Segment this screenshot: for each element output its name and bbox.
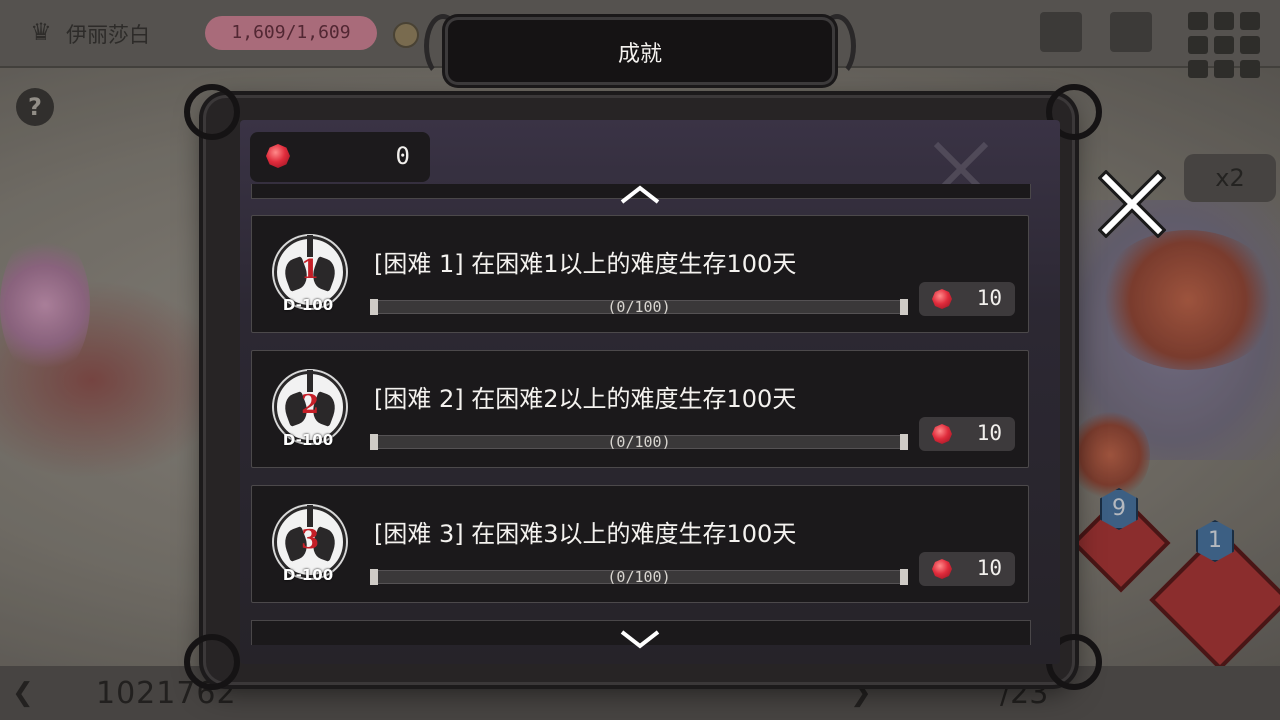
badge-number: 2 [301,390,320,420]
achievement-title: [困难 2] 在困难2以上的难度生存100天 [374,385,797,413]
frame-ornament-bl [184,634,240,690]
badge-tag: D-100 [282,566,334,584]
modal-title: 成就 [617,42,662,67]
achievement-row[interactable]: 3 D-100 [困难 3] 在困难3以上的难度生存100天 (0/100) 10 [251,485,1029,603]
badge-number: 1 [301,255,320,285]
badge-tag: D-100 [282,296,334,314]
progress-text: (0/100) [607,433,671,451]
close-x-icon [1097,169,1167,239]
gem-count: 0 [395,142,410,170]
reward-value: 10 [976,556,1002,580]
close-button[interactable] [1097,169,1167,239]
achievement-title: [困难 1] 在困难1以上的难度生存100天 [374,250,797,278]
achievement-title: [困难 3] 在困难3以上的难度生存100天 [374,520,797,548]
progress-text: (0/100) [607,568,671,586]
chevron-up-icon[interactable] [610,184,670,204]
achievement-row[interactable]: 2 D-100 [困难 2] 在困难2以上的难度生存100天 (0/100) 10 [251,350,1029,468]
red-gem-icon [266,144,290,168]
progress-text: (0/100) [607,298,671,316]
frame-ornament-tl [184,84,240,140]
achievement-row[interactable]: 1 D-100 [困难 1] 在困难1以上的难度生存100天 (0/100) 10 [251,215,1029,333]
reward-value: 10 [976,421,1002,445]
chevron-down-icon[interactable] [610,630,670,650]
badge-tag: D-100 [282,431,334,449]
reward-value: 10 [976,286,1002,310]
badge-number: 3 [301,525,320,555]
